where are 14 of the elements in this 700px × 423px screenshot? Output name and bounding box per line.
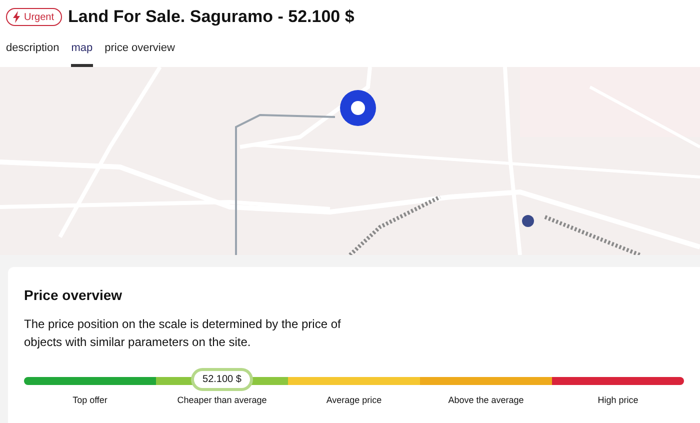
lightning-icon — [12, 11, 21, 23]
listing-title: Land For Sale. Saguramo - 52.100 $ — [68, 7, 354, 27]
price-badge: 52.100 $ — [190, 368, 254, 391]
section-title: Price overview — [24, 287, 124, 303]
urgent-badge: Urgent — [6, 8, 62, 26]
scale-label: Top offer — [72, 395, 108, 405]
tab[interactable]: description — [6, 42, 60, 67]
description-text: The price position on the scale is determined by the price of objects with similar parameters on the site. — [24, 316, 342, 351]
location-marker-icon — [338, 88, 378, 128]
scale-label: Average price — [326, 395, 382, 405]
tab[interactable]: price overview — [104, 42, 175, 67]
scale-label: High price — [598, 395, 638, 405]
scale-label: Cheaper than average — [177, 395, 267, 405]
scale-label: Above the average — [448, 395, 524, 405]
